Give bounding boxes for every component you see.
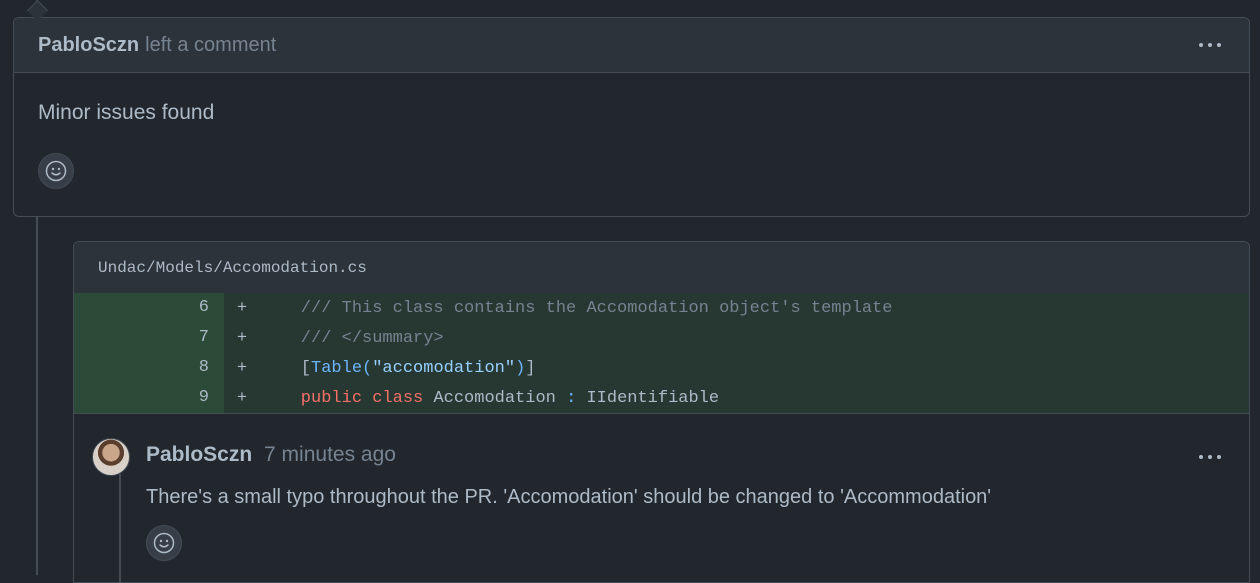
add-reaction-button[interactable] (146, 525, 182, 561)
code-token: IIdentifiable (586, 388, 720, 408)
file-path[interactable]: Undac/Models/Accomodation.cs (74, 242, 1249, 293)
code-line: /// </summary> (260, 329, 444, 348)
code-token: "accomodation" (372, 358, 516, 378)
avatar[interactable] (92, 438, 130, 476)
review-body-text: Minor issues found (38, 101, 215, 124)
code-token: ) (515, 358, 526, 378)
diff-line: 6 + /// This class contains the Accomodat… (74, 293, 1249, 323)
review-thread: Undac/Models/Accomodation.cs 6 + /// This… (73, 241, 1250, 583)
kebab-menu-icon[interactable] (1199, 43, 1221, 47)
comment-meta: PabloSczn 7 minutes ago (146, 443, 396, 467)
diff-marker: + (236, 358, 248, 378)
review-author[interactable]: PabloSczn (38, 34, 139, 57)
comment-body: There's a small typo throughout the PR. … (146, 486, 992, 508)
code-line: [Table("accomodation")] (260, 358, 536, 378)
code-line: public class Accomodation : IIdentifiabl… (260, 389, 719, 408)
timeline-line (36, 216, 38, 575)
code-token: [ (260, 358, 312, 378)
diff-line: 8 + [Table("accomodation")] (74, 353, 1249, 383)
review-body: Minor issues found (14, 73, 1249, 189)
line-number[interactable]: 8 (74, 353, 224, 383)
comment-author[interactable]: PabloSczn (146, 443, 252, 466)
thread-line (119, 474, 121, 582)
review-action: left a comment (145, 33, 277, 56)
line-number[interactable]: 7 (74, 323, 224, 353)
kebab-menu-icon[interactable] (1199, 455, 1221, 459)
review-comment: PabloSczn left a comment Minor issues fo… (13, 17, 1250, 217)
code-token: ] (525, 358, 536, 378)
diff-line: 9 + public class Accomodation : IIdentifi… (74, 383, 1249, 413)
code-token: Accomodation (433, 388, 567, 408)
comment-timestamp[interactable]: 7 minutes ago (264, 443, 396, 466)
diff-marker: + (236, 328, 248, 348)
diff-marker: + (236, 388, 248, 408)
review-header: PabloSczn left a comment (14, 18, 1249, 73)
thread-comment: PabloSczn 7 minutes ago There's a small … (74, 414, 1249, 582)
add-reaction-button[interactable] (38, 153, 74, 189)
line-number[interactable]: 6 (74, 293, 224, 323)
diff-line: 7 + /// </summary> (74, 323, 1249, 353)
code-token: : (566, 388, 587, 408)
code-token: public class (260, 388, 434, 408)
code-token: /// This class contains the Accomodation… (260, 298, 893, 318)
code-token: /// </summary> (260, 328, 444, 348)
diff-block: 6 + /// This class contains the Accomodat… (74, 293, 1249, 414)
smiley-icon (45, 160, 67, 182)
line-number[interactable]: 9 (74, 383, 224, 413)
code-line: /// This class contains the Accomodation… (260, 299, 893, 318)
diff-marker: + (236, 298, 248, 318)
code-token: Table( (311, 358, 373, 378)
smiley-icon (153, 532, 175, 554)
